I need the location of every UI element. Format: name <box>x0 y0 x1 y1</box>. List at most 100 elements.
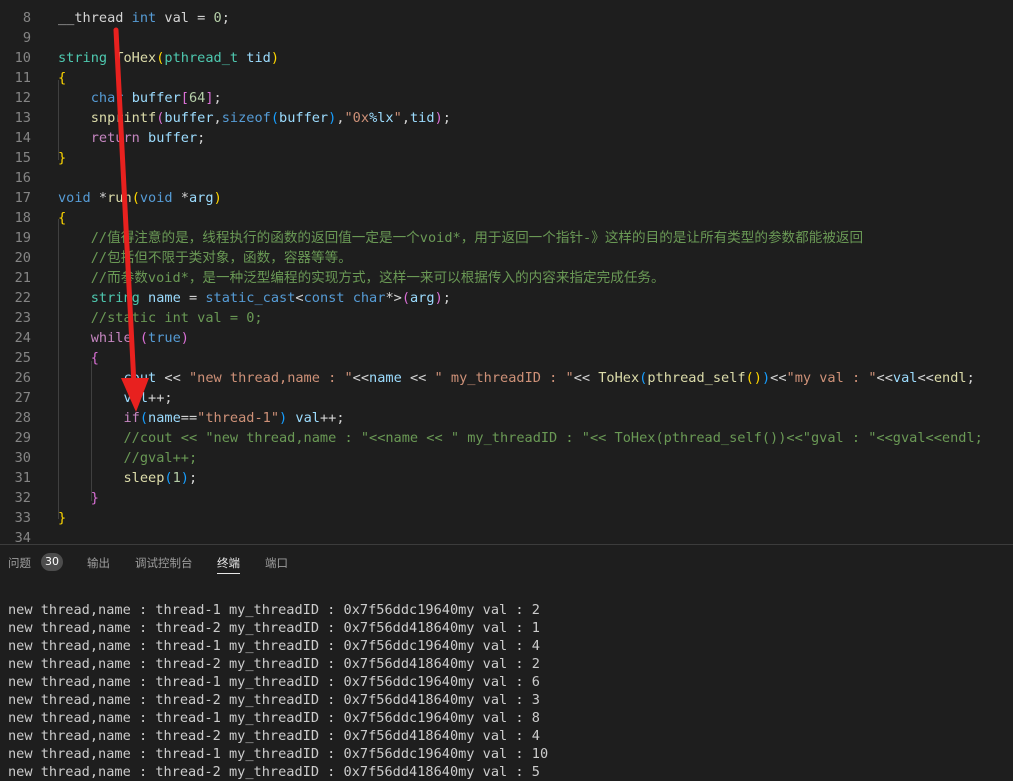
code-line[interactable]: 10 string ToHex(pthread_t tid) <box>0 48 1013 68</box>
code-token: ) <box>213 190 222 206</box>
line-number: 16 <box>14 170 31 186</box>
tab-ports[interactable]: 端口 <box>265 555 288 573</box>
tab-output[interactable]: 输出 <box>87 555 110 573</box>
line-number: 34 <box>14 530 31 544</box>
code-token: const <box>303 290 345 306</box>
code-line[interactable]: 23 //static int val = 0; <box>0 308 1013 328</box>
code-token: //而参数void*，是一种泛型编程的实现方式，这样一来可以根据传入的内容来指定… <box>90 270 665 286</box>
code-token: ) <box>180 470 189 486</box>
code-token: ( <box>131 190 140 206</box>
code-line[interactable]: 17 void *run(void *arg) <box>0 188 1013 208</box>
code-line[interactable]: 34 <box>0 528 1013 544</box>
code-token: ; <box>966 370 975 386</box>
code-token: val <box>295 410 320 426</box>
code-token: void <box>139 190 173 206</box>
code-token: //gval++; <box>123 450 198 466</box>
code-line[interactable]: 16 <box>0 168 1013 188</box>
code-token: ) <box>761 370 771 386</box>
code-line[interactable]: 12 char buffer[64]; <box>0 88 1013 108</box>
code-token: , <box>213 110 222 126</box>
code-line[interactable]: 32 } <box>0 488 1013 508</box>
code-line[interactable]: 33} <box>0 508 1013 528</box>
code-token: 0 <box>213 10 222 26</box>
code-token: return <box>90 130 140 146</box>
code-line[interactable]: 20 //包括但不限于类对象，函数，容器等等。 <box>0 248 1013 268</box>
code-line[interactable]: 21 //而参数void*，是一种泛型编程的实现方式，这样一来可以根据传入的内容… <box>0 268 1013 288</box>
code-token: ) <box>270 50 280 66</box>
code-line[interactable]: 30 //gval++; <box>0 448 1013 468</box>
code-token: string <box>58 50 108 66</box>
code-token: ; <box>442 110 451 126</box>
code-token: val <box>123 390 149 406</box>
code-token: "my val : " <box>786 370 877 386</box>
line-number: 27 <box>14 390 31 406</box>
code-line[interactable]: 27 val++; <box>0 388 1013 408</box>
terminal-output[interactable]: new thread,name : thread-1 my_threadID :… <box>0 601 1013 781</box>
code-token: ++; <box>319 410 345 426</box>
code-token: buffer <box>148 130 198 146</box>
code-line[interactable]: 18 { <box>0 208 1013 228</box>
line-number: 13 <box>14 110 31 126</box>
code-token: //包括但不限于类对象，函数，容器等等。 <box>90 250 352 266</box>
code-token: } <box>90 490 99 506</box>
code-line[interactable]: 11 { <box>0 68 1013 88</box>
code-text: //包括但不限于类对象，函数，容器等等。 <box>58 248 352 268</box>
line-number: 18 <box>14 210 31 226</box>
code-text: } <box>58 488 99 508</box>
line-number: 31 <box>14 470 31 486</box>
code-token: snprintf <box>90 110 157 126</box>
code-token: run <box>107 190 132 206</box>
code-line[interactable]: 31 sleep(1); <box>0 468 1013 488</box>
code-token: ; <box>442 290 451 306</box>
code-token: arg <box>410 290 435 306</box>
code-token: ; <box>197 130 206 146</box>
code-token: sleep <box>123 470 165 486</box>
tab-debug-console[interactable]: 调试控制台 <box>135 555 193 573</box>
code-token: } <box>58 150 67 166</box>
tab-problems[interactable]: 问题 <box>8 555 31 573</box>
code-text: cout << "new thread,name : "<<name << " … <box>58 368 975 388</box>
code-token: name <box>148 290 181 306</box>
code-editor[interactable]: 8 __thread int val = 0; 9 10 string ToHex(pt… <box>0 0 1013 544</box>
code-line[interactable]: 14 return buffer; <box>0 128 1013 148</box>
code-line[interactable]: 28 if(name=="thread-1") val++; <box>0 408 1013 428</box>
code-token: , <box>336 110 345 126</box>
tab-terminal[interactable]: 终端 <box>217 555 240 574</box>
code-token: ToHex <box>115 50 157 66</box>
code-line[interactable]: 24 while (true) <box>0 328 1013 348</box>
code-line[interactable]: 9 <box>0 28 1013 48</box>
code-line[interactable]: 25 { <box>0 348 1013 368</box>
line-number: 26 <box>14 370 31 386</box>
line-number: 17 <box>14 190 31 206</box>
code-line[interactable]: 22 string name = static_cast<const char*… <box>0 288 1013 308</box>
code-token: ) <box>180 330 189 346</box>
line-number: 8 <box>22 10 31 26</box>
code-text: char buffer[64]; <box>58 88 222 108</box>
code-line[interactable]: 19 //值得注意的是，线程执行的函数的返回值一定是一个void*，用于返回一个… <box>0 228 1013 248</box>
code-token: "0x <box>344 110 370 126</box>
code-token: val <box>892 370 918 386</box>
code-line[interactable]: 15} <box>0 148 1013 168</box>
code-text: string name = static_cast<const char*>(a… <box>58 288 451 308</box>
code-line[interactable]: 29 //cout << "new thread,name : "<<name … <box>0 428 1013 448</box>
code-line[interactable]: 13 snprintf(buffer,sizeof(buffer),"0x%lx… <box>0 108 1013 128</box>
line-number: 11 <box>14 70 31 86</box>
code-token: tid <box>410 110 435 126</box>
code-token: " my_threadID : " <box>434 370 574 386</box>
code-token: * <box>90 190 108 206</box>
code-token: " <box>393 110 402 126</box>
line-number: 22 <box>14 290 31 306</box>
code-line[interactable]: 8 __thread int val = 0; <box>0 8 1013 28</box>
line-number: 32 <box>14 490 31 506</box>
code-line[interactable]: 26 cout << "new thread,name : "<<name <<… <box>0 368 1013 388</box>
